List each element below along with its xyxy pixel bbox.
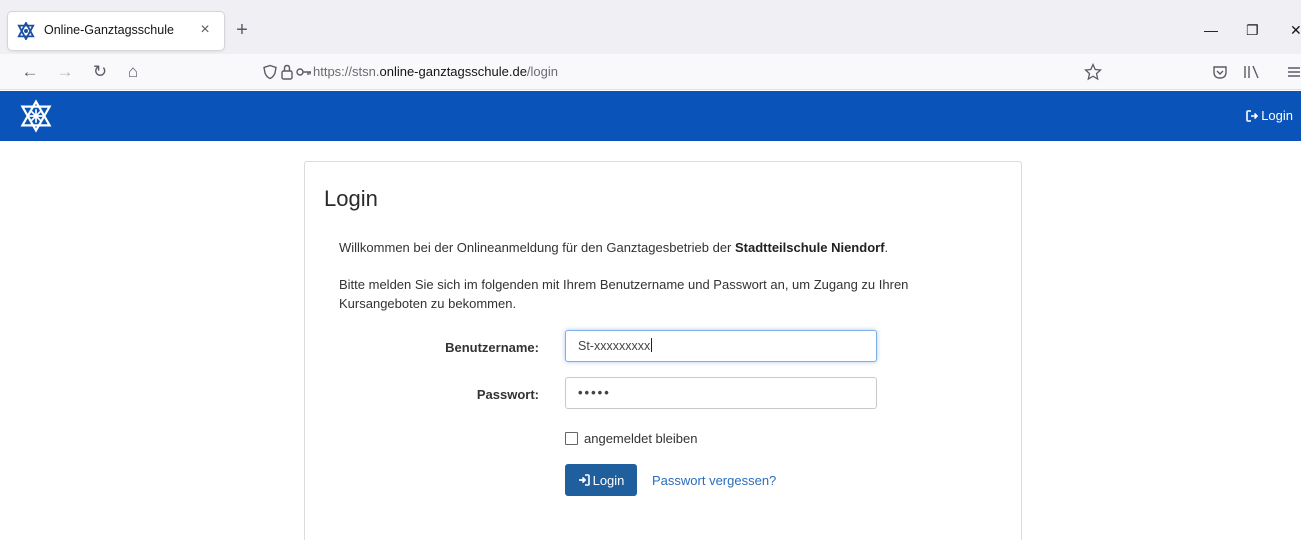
remember-me[interactable]: angemeldet bleiben: [565, 431, 697, 446]
window-restore-icon[interactable]: ❐: [1246, 20, 1259, 40]
school-star-logo-icon: [17, 22, 35, 40]
login-button-label: Login: [592, 472, 625, 488]
url-host: online-ganztagsschule.de: [379, 64, 527, 79]
browser-tab-bar: Online-Ganztagsschule × + — ❐ ✕: [0, 0, 1301, 54]
browser-tab-title: Online-Ganztagsschule: [44, 23, 174, 37]
url-text[interactable]: https://stsn.online-ganztagsschule.de/lo…: [313, 64, 558, 79]
header-login-label: Login: [1261, 108, 1293, 123]
welcome-text: Willkommen bei der Onlineanmeldung für d…: [339, 240, 888, 255]
school-star-logo-icon[interactable]: [19, 99, 53, 133]
address-bar[interactable]: https://stsn.online-ganztagsschule.de/lo…: [256, 58, 1110, 86]
tab-close-icon[interactable]: ×: [195, 20, 215, 40]
username-value: St-xxxxxxxxx: [578, 339, 651, 353]
back-icon[interactable]: ←: [18, 60, 42, 84]
reload-icon[interactable]: ↻: [88, 60, 112, 84]
lock-icon[interactable]: [280, 64, 294, 80]
forgot-password-link[interactable]: Passwort vergessen?: [652, 473, 776, 488]
username-input[interactable]: St-xxxxxxxxx: [565, 330, 877, 362]
menu-icon[interactable]: [1287, 65, 1301, 79]
browser-tab[interactable]: Online-Ganztagsschule ×: [8, 12, 224, 50]
remember-checkbox[interactable]: [565, 432, 578, 445]
forward-icon[interactable]: →: [53, 60, 77, 84]
site-header: Login: [0, 91, 1301, 141]
window-minimize-icon[interactable]: —: [1204, 20, 1218, 40]
sign-in-icon: [1246, 109, 1259, 122]
new-tab-icon[interactable]: +: [232, 20, 252, 40]
welcome-suffix: .: [884, 240, 889, 255]
welcome-prefix: Willkommen bei der Onlineanmeldung für d…: [339, 240, 735, 255]
page-title: Login: [324, 186, 378, 211]
remember-label: angemeldet bleiben: [584, 431, 698, 446]
bookmark-star-icon[interactable]: [1084, 63, 1102, 81]
tracking-shield-icon[interactable]: [262, 64, 278, 80]
password-input[interactable]: •••••: [565, 377, 877, 409]
login-card: Login Willkommen bei der Onlineanmeldung…: [304, 161, 1022, 540]
password-value: •••••: [578, 385, 611, 400]
window-close-icon[interactable]: ✕: [1290, 20, 1301, 40]
browser-nav-bar: ← → ↻ ⌂ https://stsn.online-ganztagsschu…: [0, 54, 1301, 90]
text-caret: [651, 338, 653, 352]
login-button[interactable]: Login: [565, 464, 637, 496]
pocket-icon[interactable]: [1212, 64, 1228, 80]
sign-in-icon: [578, 474, 590, 486]
url-path: /login: [526, 64, 558, 79]
home-icon[interactable]: ⌂: [121, 60, 145, 84]
library-icon[interactable]: [1243, 64, 1261, 80]
header-login-link[interactable]: Login: [1246, 108, 1293, 123]
url-prefix: https://stsn.: [313, 64, 380, 79]
school-name: Stadtteilschule Niendorf: [735, 240, 885, 255]
username-label: Benutzername:: [445, 340, 539, 355]
password-label: Passwort:: [476, 387, 539, 402]
key-icon[interactable]: [296, 67, 312, 77]
instructions-text: Bitte melden Sie sich im folgenden mit I…: [339, 277, 909, 311]
